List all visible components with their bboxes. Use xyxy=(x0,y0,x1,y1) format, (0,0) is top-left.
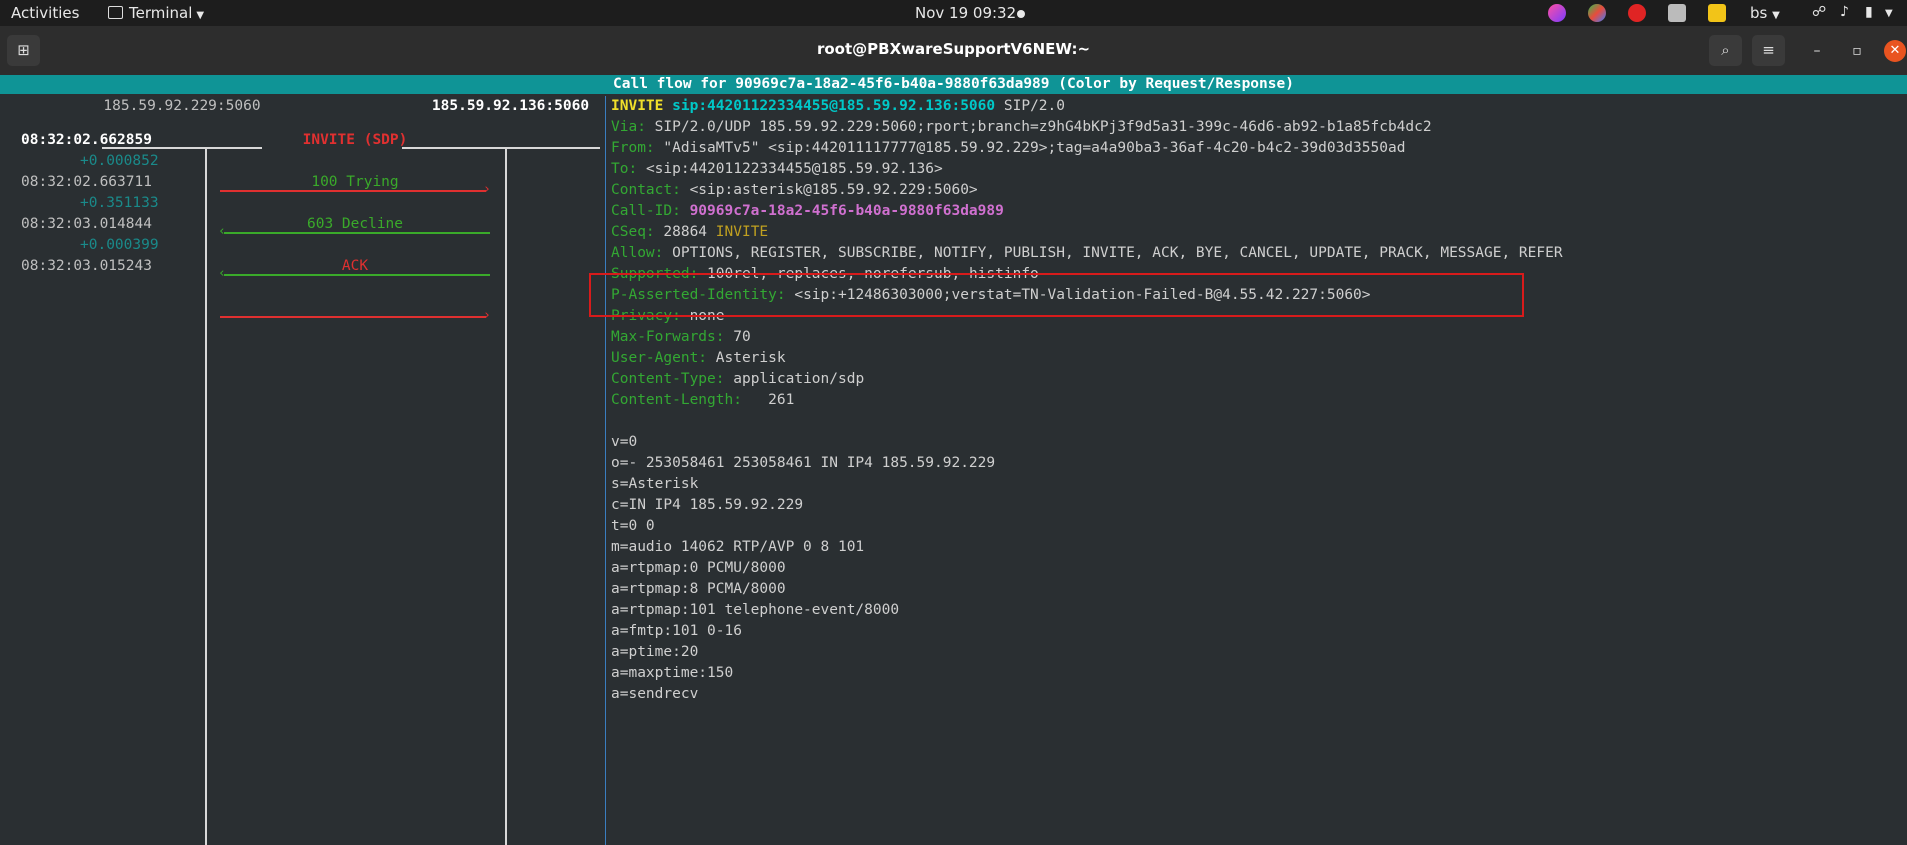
app-menu-terminal[interactable]: Terminal ▼ xyxy=(108,4,204,22)
host-right-label: 185.59.92.136:5060 xyxy=(431,98,590,114)
message-label-603-decline[interactable]: 603 Decline xyxy=(220,214,490,234)
sip-header-allow: Allow: OPTIONS, REGISTER, SUBSCRIBE, NOT… xyxy=(611,245,1563,261)
app-menu-label: Terminal xyxy=(129,4,193,22)
host-right-lifeline xyxy=(505,148,507,845)
notification-dot-icon xyxy=(1017,10,1025,18)
tray-app-icon-1[interactable] xyxy=(1548,4,1566,22)
sdp-line: a=fmtp:101 0-16 xyxy=(611,623,742,639)
terminal-viewport[interactable]: Call flow for 90969c7a-18a2-45f6-b40a-98… xyxy=(0,75,1907,845)
event-time-3: 08:32:03.014844 xyxy=(21,216,152,232)
menu-button[interactable]: ≡ xyxy=(1752,35,1785,66)
keyboard-layout[interactable]: bs ▼ xyxy=(1750,4,1780,22)
activities-button[interactable]: Activities xyxy=(11,4,79,22)
event-delta-1: +0.000852 xyxy=(80,153,159,169)
maximize-button[interactable]: ▫ xyxy=(1846,40,1868,62)
highlight-box xyxy=(589,273,1524,317)
sip-header-via: Via: SIP/2.0/UDP 185.59.92.229:5060;rpor… xyxy=(611,119,1432,135)
minimize-button[interactable]: – xyxy=(1806,40,1828,62)
sdp-line: a=rtpmap:101 telephone-event/8000 xyxy=(611,602,900,618)
close-icon: ✕ xyxy=(1889,43,1901,58)
shield-icon[interactable] xyxy=(1708,4,1726,22)
request-uri: sip:44201122334455@185.59.92.136:5060 xyxy=(672,98,996,114)
sip-header-contact: Contact: <sip:asterisk@185.59.92.229:506… xyxy=(611,182,978,198)
top-bar: Activities Terminal ▼ Nov 19 09:32 bs ▼ ☍… xyxy=(0,0,1907,26)
sdp-line: a=ptime:20 xyxy=(611,644,699,660)
sdp-line: t=0 0 xyxy=(611,518,655,534)
search-icon: ⌕ xyxy=(1721,41,1730,59)
tray-app-icon-3[interactable] xyxy=(1628,4,1646,22)
sip-header-content-type: Content-Type: application/sdp xyxy=(611,371,865,387)
tray-app-icon-2[interactable] xyxy=(1588,4,1606,22)
terminal-icon xyxy=(108,6,123,19)
keyboard-layout-label: bs xyxy=(1750,4,1768,22)
message-label-100-trying[interactable]: 100 Trying xyxy=(220,172,490,192)
message-label-ack[interactable]: ACK xyxy=(220,256,490,276)
message-label-invite[interactable]: INVITE (SDP) xyxy=(220,130,490,150)
sdp-line: a=rtpmap:0 PCMU/8000 xyxy=(611,560,786,576)
network-icon[interactable]: ☍ xyxy=(1812,4,1826,20)
search-button[interactable]: ⌕ xyxy=(1709,35,1742,66)
sdp-line: a=sendrecv xyxy=(611,686,699,702)
sdp-line: s=Asterisk xyxy=(611,476,699,492)
chevron-down-icon: ▼ xyxy=(196,10,205,21)
arrow-right-icon: › xyxy=(483,308,491,323)
request-version: SIP/2.0 xyxy=(1003,98,1065,114)
chevron-down-icon[interactable]: ▼ xyxy=(1885,8,1893,19)
terminal-headerbar: ⊞ root@PBXwareSupportV6NEW:~ ⌕ ≡ – ▫ xyxy=(0,26,1907,76)
sip-request-line: INVITE sip:44201122334455@185.59.92.136:… xyxy=(611,96,1065,116)
event-delta-3: +0.000399 xyxy=(80,237,159,253)
sip-header-content-length: Content-Length: 261 xyxy=(611,392,795,408)
hamburger-icon: ≡ xyxy=(1762,41,1775,59)
message-arrow-ack[interactable] xyxy=(220,316,486,318)
request-method: INVITE xyxy=(611,98,664,114)
host-left-label: 185.59.92.229:5060 xyxy=(103,98,261,114)
sdp-line: a=maxptime:150 xyxy=(611,665,734,681)
event-time-2: 08:32:02.663711 xyxy=(21,174,152,190)
sdp-line: c=IN IP4 185.59.92.229 xyxy=(611,497,804,513)
sip-header-call-id: Call-ID: 90969c7a-18a2-45f6-b40a-9880f63… xyxy=(611,203,1004,219)
sip-header-cseq: CSeq: 28864 INVITE xyxy=(611,224,769,240)
host-left-lifeline xyxy=(205,148,207,845)
sdp-line: a=rtpmap:8 PCMA/8000 xyxy=(611,581,786,597)
event-delta-2: +0.351133 xyxy=(80,195,159,211)
event-time-4: 08:32:03.015243 xyxy=(21,258,152,274)
window-title: root@PBXwareSupportV6NEW:~ xyxy=(816,40,1091,58)
sip-header-to: To: <sip:44201122334455@185.59.92.136> xyxy=(611,161,943,177)
sip-header-max-forwards: Max-Forwards: 70 xyxy=(611,329,751,345)
sip-header-user-agent: User-Agent: Asterisk xyxy=(611,350,786,366)
chevron-down-icon: ▼ xyxy=(1772,10,1780,21)
clock[interactable]: Nov 19 09:32 xyxy=(915,4,1016,22)
event-time-1: 08:32:02.662859 xyxy=(21,132,152,148)
close-button[interactable]: ✕ xyxy=(1884,40,1906,62)
sip-header-from: From: "AdisaMTv5" <sip:442011117777@185.… xyxy=(611,140,1406,156)
sdp-line: v=0 xyxy=(611,434,638,450)
pane-divider xyxy=(605,96,606,845)
callflow-title: Call flow for 90969c7a-18a2-45f6-b40a-98… xyxy=(0,75,1907,94)
volume-icon[interactable]: ♪ xyxy=(1840,4,1849,20)
battery-icon[interactable]: ▮ xyxy=(1865,4,1873,20)
sdp-line: o=- 253058461 253058461 IN IP4 185.59.92… xyxy=(611,455,996,471)
sdp-line: m=audio 14062 RTP/AVP 0 8 101 xyxy=(611,539,865,555)
tray-app-icon-4[interactable] xyxy=(1668,4,1686,22)
